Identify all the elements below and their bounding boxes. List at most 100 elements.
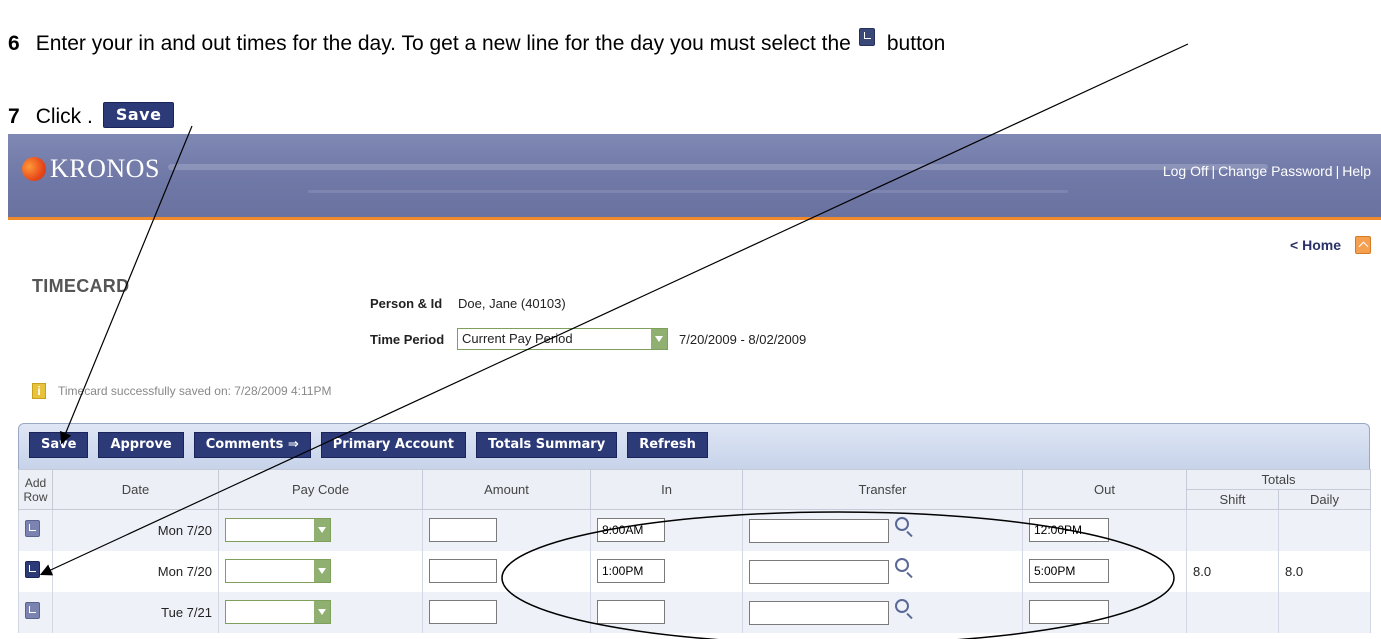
col-header-pay-code: Pay Code xyxy=(218,469,423,510)
pay-code-select[interactable] xyxy=(225,600,331,624)
instruction-step-7: 7 Click . Save xyxy=(8,102,175,129)
shift-total-cell: 8.0 xyxy=(1186,550,1279,592)
table-row: Mon 7/20 8.0 8.0 xyxy=(18,550,1371,592)
col-header-totals: Totals xyxy=(1186,469,1371,490)
amount-cell xyxy=(422,591,591,633)
in-time-input[interactable] xyxy=(597,518,665,543)
transfer-input[interactable] xyxy=(749,519,889,544)
chevron-down-icon[interactable] xyxy=(651,329,667,349)
step-text: Click . xyxy=(35,105,93,128)
col-header-out: Out xyxy=(1022,469,1187,510)
in-cell xyxy=(590,591,743,633)
time-period-label: Time Period xyxy=(370,332,445,347)
add-row-icon xyxy=(858,28,875,46)
link-separator: | xyxy=(1211,163,1216,179)
time-period-select[interactable]: Current Pay Period xyxy=(457,328,668,350)
out-cell xyxy=(1022,550,1187,592)
transfer-input[interactable] xyxy=(749,560,889,584)
add-row-cell xyxy=(18,509,53,551)
save-button-illustration: Save xyxy=(102,102,175,128)
chevron-down-icon[interactable] xyxy=(314,560,330,582)
add-row-icon[interactable] xyxy=(25,561,40,578)
col-header-add-row: Add Row xyxy=(18,469,53,510)
table-row: Mon 7/20 xyxy=(18,509,1371,551)
transfer-cell xyxy=(742,591,1023,633)
amount-input[interactable] xyxy=(429,518,497,543)
link-separator: | xyxy=(1335,163,1340,179)
refresh-button[interactable]: Refresh xyxy=(627,432,708,458)
search-icon[interactable] xyxy=(895,558,909,572)
time-period-range: 7/20/2009 - 8/02/2009 xyxy=(679,332,807,347)
amount-cell xyxy=(422,550,591,592)
search-icon[interactable] xyxy=(895,517,909,532)
date-cell: Mon 7/20 xyxy=(52,550,219,592)
add-row-icon[interactable] xyxy=(25,520,40,538)
add-row-icon[interactable] xyxy=(25,602,40,619)
info-icon: i xyxy=(32,383,46,399)
amount-cell xyxy=(422,509,591,551)
timecard-grid: Add Row Date Pay Code Amount In Transfer… xyxy=(18,469,1371,633)
out-time-input[interactable] xyxy=(1029,559,1109,583)
daily-total-cell: 8.0 xyxy=(1278,550,1371,592)
header-links: Log Off | Change Password | Help xyxy=(1163,163,1371,179)
pay-code-cell xyxy=(218,591,423,633)
transfer-input[interactable] xyxy=(749,601,889,625)
pay-code-cell xyxy=(218,550,423,592)
table-row: Tue 7/21 xyxy=(18,591,1371,633)
add-row-cell xyxy=(18,591,53,633)
col-header-in: In xyxy=(590,469,743,510)
in-time-input[interactable] xyxy=(597,600,665,624)
home-nav: < Home xyxy=(1290,236,1371,254)
in-time-input[interactable] xyxy=(597,559,665,583)
chevron-down-icon[interactable] xyxy=(314,519,330,542)
header-decoration xyxy=(308,190,1068,193)
in-cell xyxy=(590,509,743,551)
date-cell: Mon 7/20 xyxy=(52,509,219,551)
home-link[interactable]: < Home xyxy=(1290,237,1341,253)
pay-code-cell xyxy=(218,509,423,551)
transfer-cell xyxy=(742,509,1023,551)
in-cell xyxy=(590,550,743,592)
step-text-after: button xyxy=(886,32,946,55)
col-header-date: Date xyxy=(52,469,219,510)
search-icon[interactable] xyxy=(895,599,909,613)
shift-total-cell xyxy=(1186,509,1279,551)
date-cell: Tue 7/21 xyxy=(52,591,219,633)
amount-input[interactable] xyxy=(429,559,497,583)
add-row-cell xyxy=(18,550,53,592)
change-password-link[interactable]: Change Password xyxy=(1218,163,1332,179)
col-header-shift: Shift xyxy=(1186,489,1279,510)
amount-input[interactable] xyxy=(429,600,497,624)
out-time-input[interactable] xyxy=(1029,518,1109,543)
app-header: KRONOS Log Off | Change Password | Help xyxy=(8,134,1381,220)
col-header-transfer: Transfer xyxy=(742,469,1023,510)
pay-code-select[interactable] xyxy=(225,518,331,543)
page-title: TIMECARD xyxy=(32,276,130,296)
info-message: i Timecard successfully saved on: 7/28/2… xyxy=(32,383,331,399)
totals-summary-button[interactable]: Totals Summary xyxy=(476,432,618,458)
pay-code-select[interactable] xyxy=(225,559,331,583)
step-number: 7 xyxy=(8,105,20,128)
step-number: 6 xyxy=(8,32,20,55)
step-text: Enter your in and out times for the day.… xyxy=(35,32,851,55)
out-cell xyxy=(1022,591,1187,633)
instruction-step-6: 6 Enter your in and out times for the day… xyxy=(8,28,945,56)
out-time-input[interactable] xyxy=(1029,600,1109,624)
transfer-cell xyxy=(742,550,1023,592)
col-header-daily: Daily xyxy=(1278,489,1371,510)
daily-total-cell xyxy=(1278,591,1371,633)
person-label: Person & Id xyxy=(370,296,443,311)
approve-button[interactable]: Approve xyxy=(98,432,184,458)
save-button[interactable]: Save xyxy=(29,432,89,458)
scroll-up-icon[interactable] xyxy=(1355,236,1371,254)
comments-button[interactable]: Comments ⇒ xyxy=(193,432,311,458)
log-off-link[interactable]: Log Off xyxy=(1163,163,1209,179)
help-link[interactable]: Help xyxy=(1342,163,1371,179)
kronos-logo: KRONOS xyxy=(22,154,160,184)
primary-account-button[interactable]: Primary Account xyxy=(320,432,467,458)
shift-total-cell xyxy=(1186,591,1279,633)
header-decoration xyxy=(168,164,1268,170)
chevron-down-icon[interactable] xyxy=(314,601,330,623)
out-cell xyxy=(1022,509,1187,551)
daily-total-cell xyxy=(1278,509,1371,551)
